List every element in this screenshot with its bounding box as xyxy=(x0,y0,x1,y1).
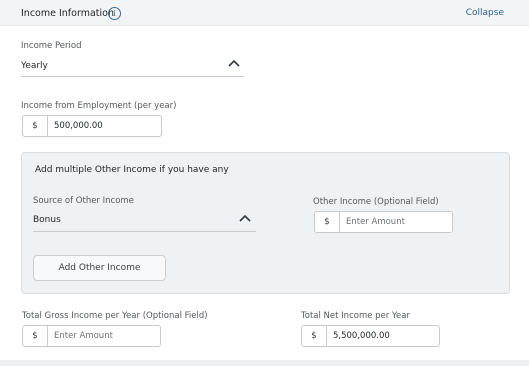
income-period-underline xyxy=(21,76,244,77)
other-income-amount-placeholder: Enter Amount xyxy=(346,217,405,227)
employment-income-label: Income from Employment (per year) xyxy=(21,101,177,111)
source-other-income-value: Bonus xyxy=(33,215,61,225)
source-other-income-select[interactable]: Bonus xyxy=(33,211,256,231)
total-gross-income-input[interactable]: $ Enter Amount xyxy=(22,325,161,347)
other-income-amount-input[interactable]: $ Enter Amount xyxy=(314,211,453,233)
chevron-up-icon xyxy=(239,214,251,222)
income-period-label: Income Period xyxy=(21,41,82,51)
total-gross-income-placeholder: Enter Amount xyxy=(54,331,113,341)
income-period-value: Yearly xyxy=(21,61,48,71)
section-header: Income Information i Collapse xyxy=(0,0,529,26)
total-gross-income-label: Total Gross Income per Year (Optional Fi… xyxy=(22,311,208,321)
employment-income-input[interactable]: $ 500,000.00 xyxy=(22,115,162,137)
section-footer-divider xyxy=(0,360,529,366)
income-period-select[interactable]: Yearly xyxy=(21,56,244,76)
total-net-income-value: 5,500,000.00 xyxy=(333,331,390,341)
section-title: Income Information xyxy=(21,8,114,19)
currency-symbol: $ xyxy=(302,326,327,346)
collapse-link[interactable]: Collapse xyxy=(466,8,504,18)
other-income-panel-title: Add multiple Other Income if you have an… xyxy=(35,165,229,175)
currency-symbol: $ xyxy=(23,326,48,346)
currency-symbol: $ xyxy=(315,212,340,232)
chevron-up-icon xyxy=(228,59,240,67)
total-net-income-label: Total Net Income per Year xyxy=(301,311,410,321)
source-other-income-label: Source of Other Income xyxy=(33,196,134,206)
employment-income-value: 500,000.00 xyxy=(54,121,103,131)
source-other-income-underline xyxy=(33,231,256,232)
total-net-income-input[interactable]: $ 5,500,000.00 xyxy=(301,325,440,347)
other-income-amount-label: Other Income (Optional Field) xyxy=(313,197,439,207)
add-other-income-button[interactable]: Add Other Income xyxy=(33,255,166,281)
currency-symbol: $ xyxy=(23,116,48,136)
info-icon[interactable]: i xyxy=(108,7,121,20)
